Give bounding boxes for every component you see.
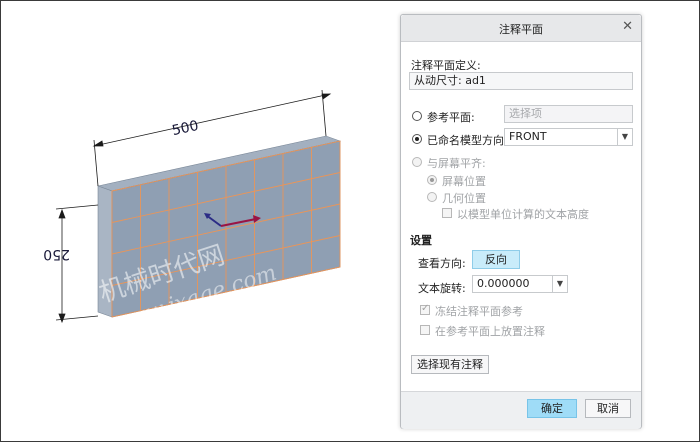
close-icon[interactable]: ✕ [622,19,633,34]
model-units-checkbox[interactable] [442,208,452,218]
definition-label: 注释平面定义: [411,59,481,72]
geometry-position-label: 几何位置 [442,192,486,205]
settings-header: 设置 [410,234,432,247]
freeze-reference-checkbox[interactable] [420,303,430,315]
named-direction-label: 已命名模型方向: [427,134,508,147]
text-rotation-input[interactable]: 0.000000 ▼ [472,275,568,293]
chevron-down-icon[interactable]: ▼ [552,276,567,292]
view-direction-label: 查看方向: [418,257,466,270]
model-viewport[interactable]: 500 250 机械时代网 www.jxage.com [0,0,400,442]
screen-position-radio[interactable] [427,175,437,185]
named-direction-radio[interactable] [412,134,422,144]
cancel-button[interactable]: 取消 [585,399,631,418]
screen-align-radio[interactable] [412,157,422,167]
reference-plane-collector[interactable]: 选择项 [504,105,633,123]
model-canvas[interactable]: 500 250 机械时代网 www.jxage.com [0,0,400,442]
dialog-footer: 确定 取消 [401,391,641,429]
screen-position-label: 屏幕位置 [442,175,486,188]
reference-plane-label: 参考平面: [427,111,475,124]
ok-button[interactable]: 确定 [527,399,577,418]
text-rotation-value: 0.000000 [477,277,530,290]
place-on-plane-label: 在参考平面上放置注释 [435,325,545,338]
reference-plane-radio[interactable] [412,111,422,121]
place-on-plane-checkbox[interactable] [420,325,430,335]
dialog-titlebar[interactable]: 注释平面 ✕ [401,15,641,42]
text-rotation-label: 文本旋转: [418,282,466,295]
dimension-vertical [55,204,99,324]
named-direction-select[interactable]: FRONT ▼ [504,128,633,146]
freeze-reference-label: 冻结注释平面参考 [435,305,523,318]
dimension-horizontal-text[interactable]: 500 [171,118,200,139]
annotation-plane-dialog: 注释平面 ✕ 注释平面定义: 从动尺寸: ad1 参考平面: 选择项 已命名模型… [400,14,642,429]
screen-align-label: 与屏幕平齐: [427,157,486,170]
select-existing-annotation-button[interactable]: 选择现有注释 [411,355,489,374]
chevron-down-icon[interactable]: ▼ [617,129,632,145]
named-direction-value: FRONT [509,130,547,143]
dimension-vertical-text[interactable]: 250 [43,246,70,262]
definition-field[interactable]: 从动尺寸: ad1 [409,72,633,90]
dialog-title: 注释平面 [499,23,543,36]
flip-direction-button[interactable]: 反向 [472,250,520,269]
model-units-label: 以模型单位计算的文本高度 [457,208,589,221]
geometry-position-radio[interactable] [427,192,437,202]
